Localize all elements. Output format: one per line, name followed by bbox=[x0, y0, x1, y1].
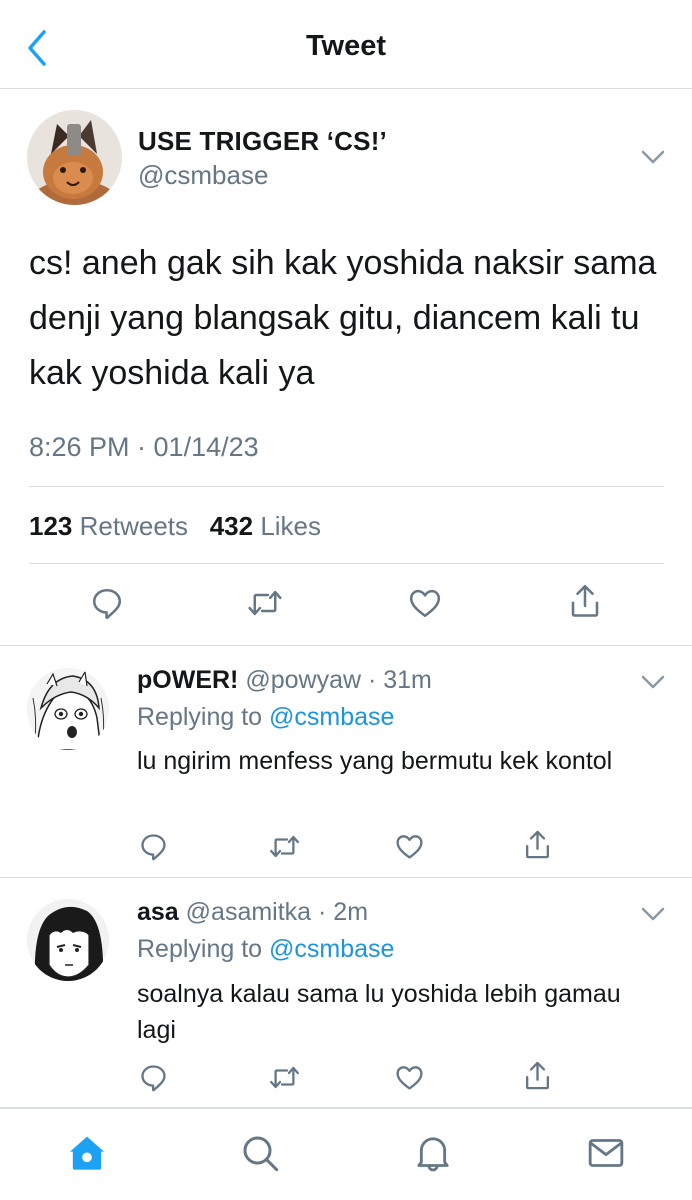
share-icon bbox=[571, 584, 599, 617]
reply-text: soalnya kalau sama lu yoshida lebih gama… bbox=[137, 980, 621, 1044]
tab-home[interactable] bbox=[67, 1133, 107, 1178]
top-nav-bar: Tweet bbox=[0, 0, 692, 89]
like-icon bbox=[409, 589, 441, 618]
tweet-menu-caret[interactable] bbox=[640, 905, 666, 923]
reply-button[interactable] bbox=[138, 1062, 169, 1098]
replying-to: Replying to @csmbase bbox=[137, 703, 394, 732]
replying-prefix: Replying to bbox=[137, 703, 263, 731]
reply-icon bbox=[92, 588, 122, 619]
like-button[interactable] bbox=[394, 1062, 425, 1098]
reply-header: pOWER! @powyaw · 31m bbox=[137, 666, 432, 695]
tweet-text: cs! aneh gak sih kak yoshida naksir sama… bbox=[29, 244, 657, 392]
display-name[interactable]: pOWER! bbox=[137, 666, 238, 694]
avatar[interactable] bbox=[27, 110, 122, 205]
retweet-button[interactable] bbox=[268, 1062, 301, 1098]
reply-meta[interactable]: @asamitka · 2m bbox=[186, 898, 368, 926]
avatar[interactable] bbox=[27, 668, 109, 750]
tweet-timestamp[interactable]: 8:26 PM · 01/14/23 bbox=[29, 432, 259, 463]
page-title: Tweet bbox=[305, 30, 387, 62]
reply-button[interactable] bbox=[89, 585, 125, 626]
like-icon bbox=[396, 835, 423, 859]
retweet-icon bbox=[270, 1066, 299, 1089]
like-button[interactable] bbox=[407, 585, 443, 626]
divider bbox=[29, 486, 664, 487]
messages-icon bbox=[588, 1139, 624, 1167]
chevron-down-icon bbox=[641, 675, 665, 689]
mention-link[interactable]: @csmbase bbox=[269, 703, 394, 731]
display-name[interactable]: USE TRIGGER ‘CS!’ bbox=[138, 126, 387, 157]
reply-meta[interactable]: @powyaw · 31m bbox=[245, 666, 432, 694]
tweet-menu-caret[interactable] bbox=[640, 673, 666, 691]
tab-notifications[interactable] bbox=[413, 1133, 453, 1178]
chevron-down-icon bbox=[641, 150, 665, 164]
chevron-down-icon bbox=[641, 907, 665, 921]
retweets-label[interactable]: Retweets bbox=[80, 511, 188, 541]
bottom-tab-bar bbox=[0, 1108, 692, 1200]
tab-search[interactable] bbox=[240, 1133, 280, 1178]
reply-text: lu ngirim menfess yang bermutu kek konto… bbox=[137, 747, 613, 775]
like-button[interactable] bbox=[394, 831, 425, 867]
search-icon bbox=[243, 1136, 279, 1172]
retweet-icon bbox=[248, 590, 282, 616]
tab-messages[interactable] bbox=[586, 1133, 626, 1178]
retweet-button[interactable] bbox=[246, 585, 284, 626]
reply-icon bbox=[141, 834, 166, 861]
likes-label[interactable]: Likes bbox=[260, 511, 321, 541]
avatar[interactable] bbox=[27, 899, 109, 981]
likes-count[interactable]: 432 bbox=[210, 511, 253, 541]
user-handle[interactable]: @csmbase bbox=[138, 160, 268, 191]
share-icon bbox=[526, 830, 549, 859]
reply-header: asa @asamitka · 2m bbox=[137, 898, 368, 927]
replying-prefix: Replying to bbox=[137, 935, 263, 963]
share-button[interactable] bbox=[567, 583, 603, 626]
retweet-button[interactable] bbox=[268, 831, 301, 867]
display-name[interactable]: asa bbox=[137, 898, 179, 926]
tweet-menu-caret[interactable] bbox=[640, 148, 666, 166]
share-icon bbox=[526, 1061, 549, 1090]
reply-button[interactable] bbox=[138, 831, 169, 867]
notifications-icon bbox=[417, 1137, 449, 1172]
engagement-stats: 123 Retweets 432 Likes bbox=[29, 511, 321, 542]
retweet-icon bbox=[270, 835, 299, 858]
like-icon bbox=[396, 1066, 423, 1090]
retweets-count[interactable]: 123 bbox=[29, 511, 72, 541]
mention-link[interactable]: @csmbase bbox=[269, 935, 394, 963]
home-icon bbox=[70, 1136, 104, 1170]
replying-to: Replying to @csmbase bbox=[137, 935, 394, 964]
divider bbox=[29, 563, 664, 564]
share-button[interactable] bbox=[522, 1060, 553, 1098]
reply-icon bbox=[141, 1065, 166, 1092]
share-button[interactable] bbox=[522, 829, 553, 867]
